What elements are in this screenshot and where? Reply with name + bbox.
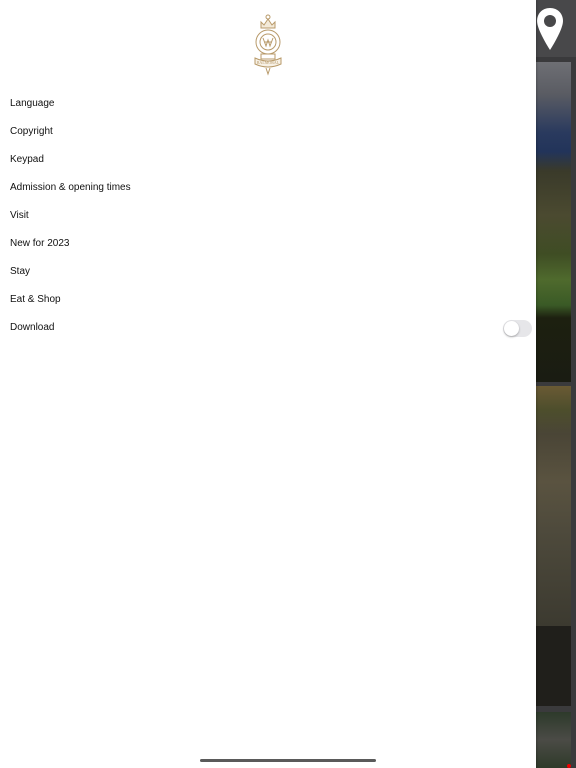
menu-item-label: Visit	[10, 210, 29, 221]
home-indicator[interactable]	[200, 759, 376, 762]
royal-crest-logo: BALMORAL	[249, 12, 287, 78]
menu-item-visit[interactable]: Visit	[0, 202, 536, 230]
menu-list: Language Copyright Keypad Admission & op…	[0, 90, 536, 342]
menu-item-keypad[interactable]: Keypad	[0, 146, 536, 174]
menu-item-new-for-2023[interactable]: New for 2023	[0, 230, 536, 258]
menu-item-label: Copyright	[10, 126, 53, 137]
side-drawer: BALMORAL Language Copyright Keypad Admis…	[0, 0, 536, 768]
menu-item-eat-shop[interactable]: Eat & Shop	[0, 286, 536, 314]
interior-door-image-caption	[536, 626, 571, 706]
menu-item-label: Stay	[10, 266, 31, 277]
menu-item-stay[interactable]: Stay	[0, 258, 536, 286]
menu-item-label: Download	[10, 322, 55, 333]
red-dot	[567, 764, 571, 768]
interior-door-image[interactable]	[536, 386, 571, 626]
menu-item-label: Keypad	[10, 154, 44, 165]
tree-image[interactable]	[536, 712, 571, 768]
download-toggle[interactable]	[503, 320, 532, 337]
menu-item-language[interactable]: Language	[0, 90, 536, 118]
toggle-knob	[504, 321, 519, 336]
logo-text: BALMORAL	[257, 60, 280, 65]
menu-item-download: Download	[0, 314, 536, 342]
menu-item-label: New for 2023	[10, 238, 70, 249]
top-bar	[536, 0, 576, 57]
menu-item-admission[interactable]: Admission & opening times	[0, 174, 536, 202]
menu-item-copyright[interactable]: Copyright	[0, 118, 536, 146]
castle-garden-image[interactable]	[536, 62, 571, 382]
menu-item-label: Admission & opening times	[10, 182, 131, 193]
map-pin-icon[interactable]	[536, 6, 564, 57]
background-content	[536, 0, 576, 768]
menu-item-label: Language	[10, 98, 55, 109]
menu-item-label: Eat & Shop	[10, 294, 61, 305]
